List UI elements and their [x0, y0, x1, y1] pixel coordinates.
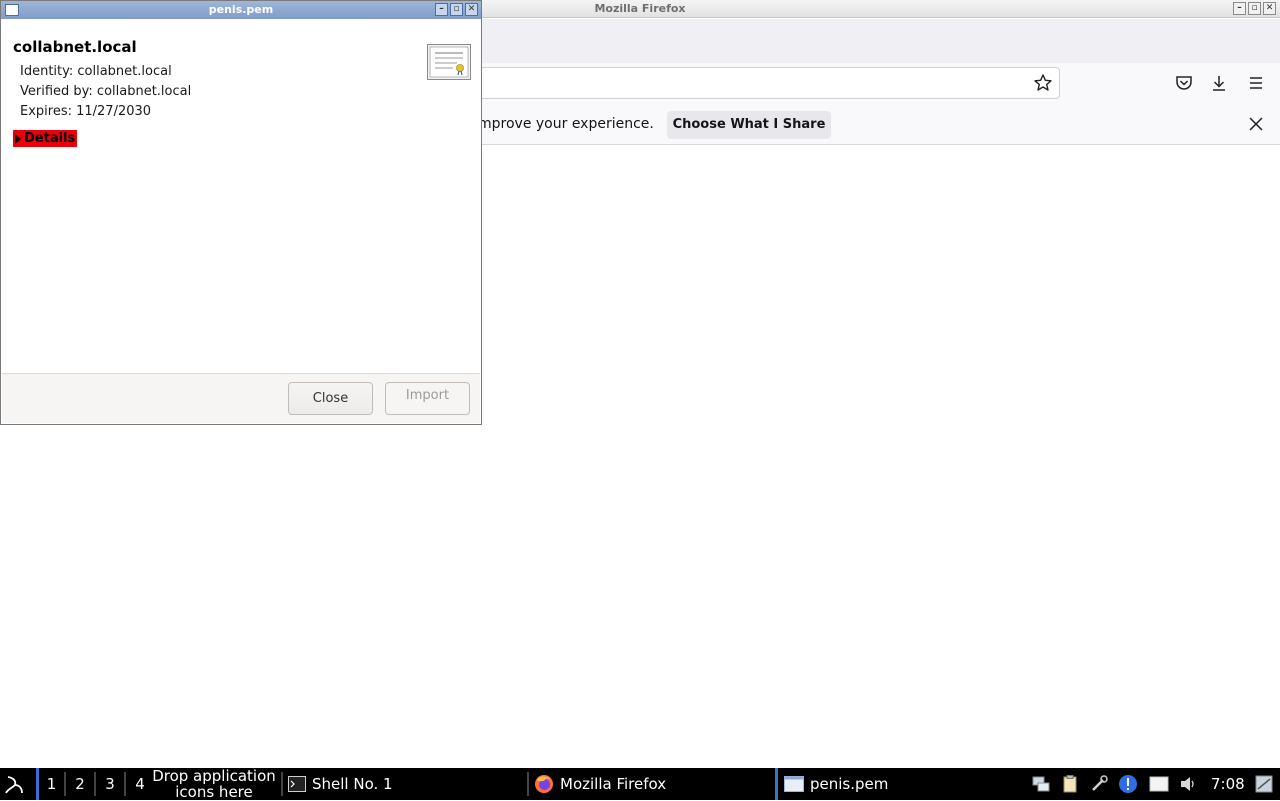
details-label: Details	[24, 131, 76, 146]
window-menu-icon[interactable]	[5, 4, 19, 16]
dialog-titlebar[interactable]: penis.pem – ▫ ✕	[1, 1, 481, 19]
dialog-maximize-button[interactable]: ▫	[450, 3, 463, 16]
network-icon[interactable]	[1031, 774, 1051, 794]
volume-icon[interactable]	[1178, 774, 1198, 794]
dialog-title: penis.pem	[208, 3, 274, 16]
task-shell-label: Shell No. 1	[312, 775, 393, 793]
minimize-button[interactable]: –	[1233, 2, 1246, 15]
terminal-icon	[288, 776, 306, 792]
choose-what-i-share-button[interactable]: Choose What I Share	[667, 111, 831, 139]
task-firefox[interactable]: Mozilla Firefox	[534, 768, 666, 800]
close-button[interactable]: Close	[288, 382, 373, 415]
workspace-1-button[interactable]: 1	[36, 768, 64, 800]
certificate-identity: Identity: collabnet.local	[20, 64, 172, 79]
tray-app-icon[interactable]	[1254, 774, 1274, 794]
maximize-button[interactable]: ▫	[1248, 2, 1261, 15]
clock[interactable]: 7:08	[1211, 768, 1245, 800]
import-button[interactable]: Import	[385, 382, 470, 415]
menu-icon[interactable]	[1246, 73, 1266, 93]
tools-icon[interactable]	[1089, 774, 1109, 794]
certificate-icon	[427, 44, 471, 80]
close-icon[interactable]	[1246, 114, 1266, 134]
certificate-verified-by: Verified by: collabnet.local	[20, 84, 192, 99]
close-window-button[interactable]: ✕	[1263, 2, 1276, 15]
star-icon[interactable]	[1033, 73, 1053, 93]
expand-arrow-icon	[15, 133, 21, 144]
alert-icon[interactable]	[1118, 774, 1138, 794]
taskbar-separator	[527, 772, 529, 796]
dialog-close-button[interactable]: ✕	[465, 3, 478, 16]
firefox-window-title: Mozilla Firefox	[594, 2, 686, 15]
start-menu-icon[interactable]	[4, 774, 26, 796]
taskbar: 1 2 3 4 Drop application icons here Shel…	[0, 768, 1280, 800]
task-penis-pem[interactable]: penis.pem	[775, 768, 888, 800]
certificate-expires: Expires: 11/27/2030	[20, 104, 152, 119]
taskbar-separator	[281, 772, 283, 796]
dialog-button-bar: Close Import	[2, 373, 480, 423]
dialog-content: collabnet.local Identity: collabnet.loca…	[2, 20, 480, 373]
clipboard-icon[interactable]	[1060, 774, 1080, 794]
workspace-3-button[interactable]: 3	[96, 768, 124, 800]
details-expander[interactable]: Details	[13, 130, 78, 147]
task-firefox-label: Mozilla Firefox	[560, 775, 667, 793]
firefox-icon	[535, 775, 553, 793]
dialog-minimize-button[interactable]: –	[435, 3, 448, 16]
task-penis-label: penis.pem	[810, 775, 889, 793]
pocket-icon[interactable]	[1174, 73, 1194, 93]
certificate-dialog: penis.pem – ▫ ✕ collabnet.local Identity…	[0, 0, 482, 425]
certificate-name: collabnet.local	[13, 38, 137, 56]
display-icon[interactable]	[1149, 774, 1169, 794]
launcher-drop-zone[interactable]: Drop application icons here	[150, 768, 278, 800]
url-bar[interactable]	[420, 67, 1060, 99]
task-shell[interactable]: Shell No. 1	[288, 768, 393, 800]
download-icon[interactable]	[1209, 73, 1229, 93]
notification-text: mprove your experience.	[478, 116, 654, 132]
workspace-2-button[interactable]: 2	[66, 768, 94, 800]
window-icon	[784, 776, 804, 792]
